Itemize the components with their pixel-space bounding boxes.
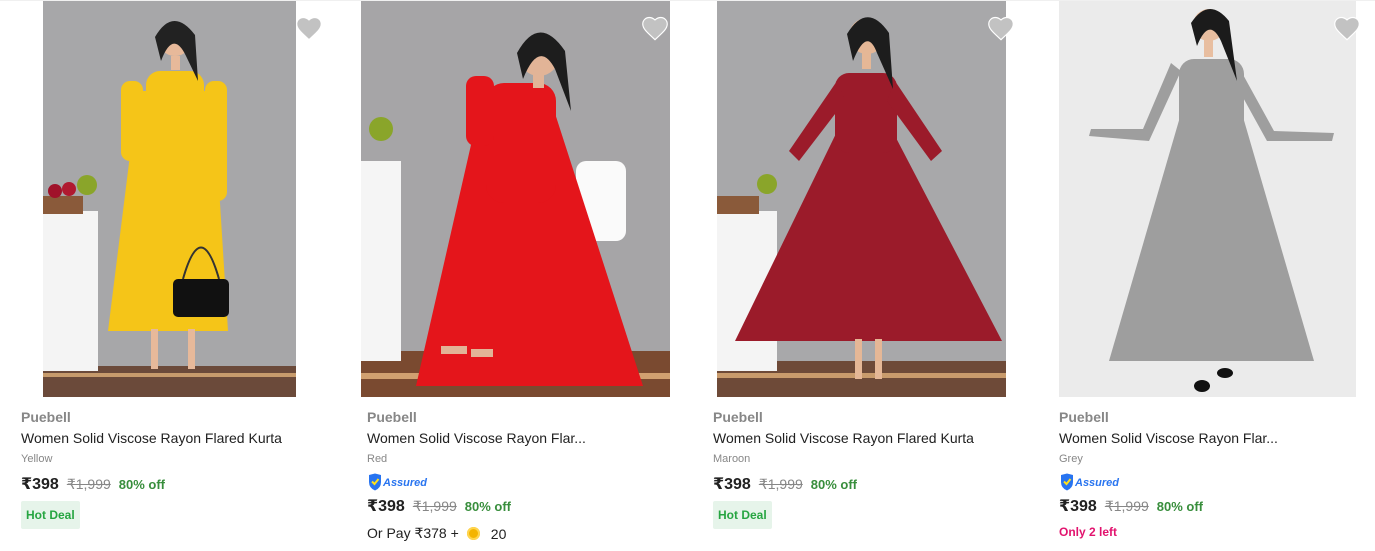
assured-label: Assured bbox=[1074, 477, 1119, 489]
assured-label: Assured bbox=[382, 477, 427, 489]
shield-icon: Assured bbox=[1061, 473, 1119, 491]
product-photo-yellow bbox=[43, 1, 296, 397]
product-image[interactable] bbox=[361, 1, 670, 397]
product-card[interactable]: Puebell Women Solid Viscose Rayon Flar..… bbox=[346, 0, 690, 551]
original-price: ₹1,999 bbox=[1104, 497, 1149, 514]
product-info: Puebell Women Solid Viscose Rayon Flared… bbox=[21, 408, 341, 529]
product-image[interactable] bbox=[1059, 1, 1356, 397]
product-photo-grey bbox=[1059, 1, 1356, 397]
discount-percent: 80% off bbox=[1156, 498, 1204, 514]
product-title[interactable]: Women Solid Viscose Rayon Flar... bbox=[1059, 428, 1375, 448]
product-photo-red bbox=[361, 1, 670, 397]
price-row: ₹398 ₹1,999 80% off bbox=[1059, 496, 1375, 516]
assured-badge: Assured bbox=[367, 473, 687, 491]
wishlist-heart-icon[interactable] bbox=[987, 15, 1015, 41]
wishlist-heart-icon[interactable] bbox=[641, 15, 669, 41]
product-info: Puebell Women Solid Viscose Rayon Flared… bbox=[713, 408, 1033, 529]
product-image[interactable] bbox=[43, 1, 296, 397]
discount-percent: 80% off bbox=[118, 476, 166, 492]
pay-coins: 20 bbox=[490, 525, 507, 542]
product-info: Puebell Women Solid Viscose Rayon Flar..… bbox=[367, 408, 687, 542]
price-row: ₹398 ₹1,999 80% off bbox=[713, 474, 1033, 494]
color-name: Yellow bbox=[21, 453, 53, 465]
product-card[interactable]: Puebell Women Solid Viscose Rayon Flared… bbox=[0, 0, 344, 551]
assured-badge: Assured bbox=[1059, 473, 1375, 491]
supercoin-icon bbox=[466, 527, 480, 540]
brand-name: Puebell bbox=[21, 409, 71, 425]
price-row: ₹398 ₹1,999 80% off bbox=[367, 496, 687, 516]
color-name: Grey bbox=[1059, 453, 1083, 465]
selling-price: ₹398 bbox=[1059, 498, 1097, 515]
brand-name: Puebell bbox=[1059, 409, 1109, 425]
original-price: ₹1,999 bbox=[758, 475, 803, 492]
brand-name: Puebell bbox=[367, 409, 417, 425]
selling-price: ₹398 bbox=[367, 498, 405, 515]
wishlist-heart-icon[interactable] bbox=[295, 15, 323, 41]
hot-deal-badge: Hot Deal bbox=[713, 501, 772, 529]
product-card[interactable]: Puebell Women Solid Viscose Rayon Flar..… bbox=[1038, 0, 1375, 551]
brand-name: Puebell bbox=[713, 409, 763, 425]
color-name: Red bbox=[367, 453, 388, 465]
price-row: ₹398 ₹1,999 80% off bbox=[21, 474, 341, 494]
product-image[interactable] bbox=[717, 1, 1006, 397]
stock-warning: Only 2 left bbox=[1059, 525, 1118, 539]
selling-price: ₹398 bbox=[713, 476, 751, 493]
product-photo-maroon bbox=[717, 1, 1006, 397]
hot-deal-badge: Hot Deal bbox=[21, 501, 80, 529]
discount-percent: 80% off bbox=[810, 476, 858, 492]
product-title[interactable]: Women Solid Viscose Rayon Flared Kurta bbox=[713, 428, 1033, 448]
color-name: Maroon bbox=[713, 453, 751, 465]
shield-icon: Assured bbox=[369, 473, 427, 491]
wishlist-heart-icon[interactable] bbox=[1333, 15, 1361, 41]
pay-with-coins: Or Pay ₹378 + 20 bbox=[367, 525, 687, 542]
pay-text: Or Pay ₹378 + bbox=[367, 525, 459, 541]
product-info: Puebell Women Solid Viscose Rayon Flar..… bbox=[1059, 408, 1375, 539]
original-price: ₹1,999 bbox=[412, 497, 457, 514]
product-title[interactable]: Women Solid Viscose Rayon Flar... bbox=[367, 428, 687, 448]
discount-percent: 80% off bbox=[464, 498, 512, 514]
product-title[interactable]: Women Solid Viscose Rayon Flared Kurta bbox=[21, 428, 341, 448]
original-price: ₹1,999 bbox=[66, 475, 111, 492]
product-card[interactable]: Puebell Women Solid Viscose Rayon Flared… bbox=[692, 0, 1036, 551]
selling-price: ₹398 bbox=[21, 476, 59, 493]
